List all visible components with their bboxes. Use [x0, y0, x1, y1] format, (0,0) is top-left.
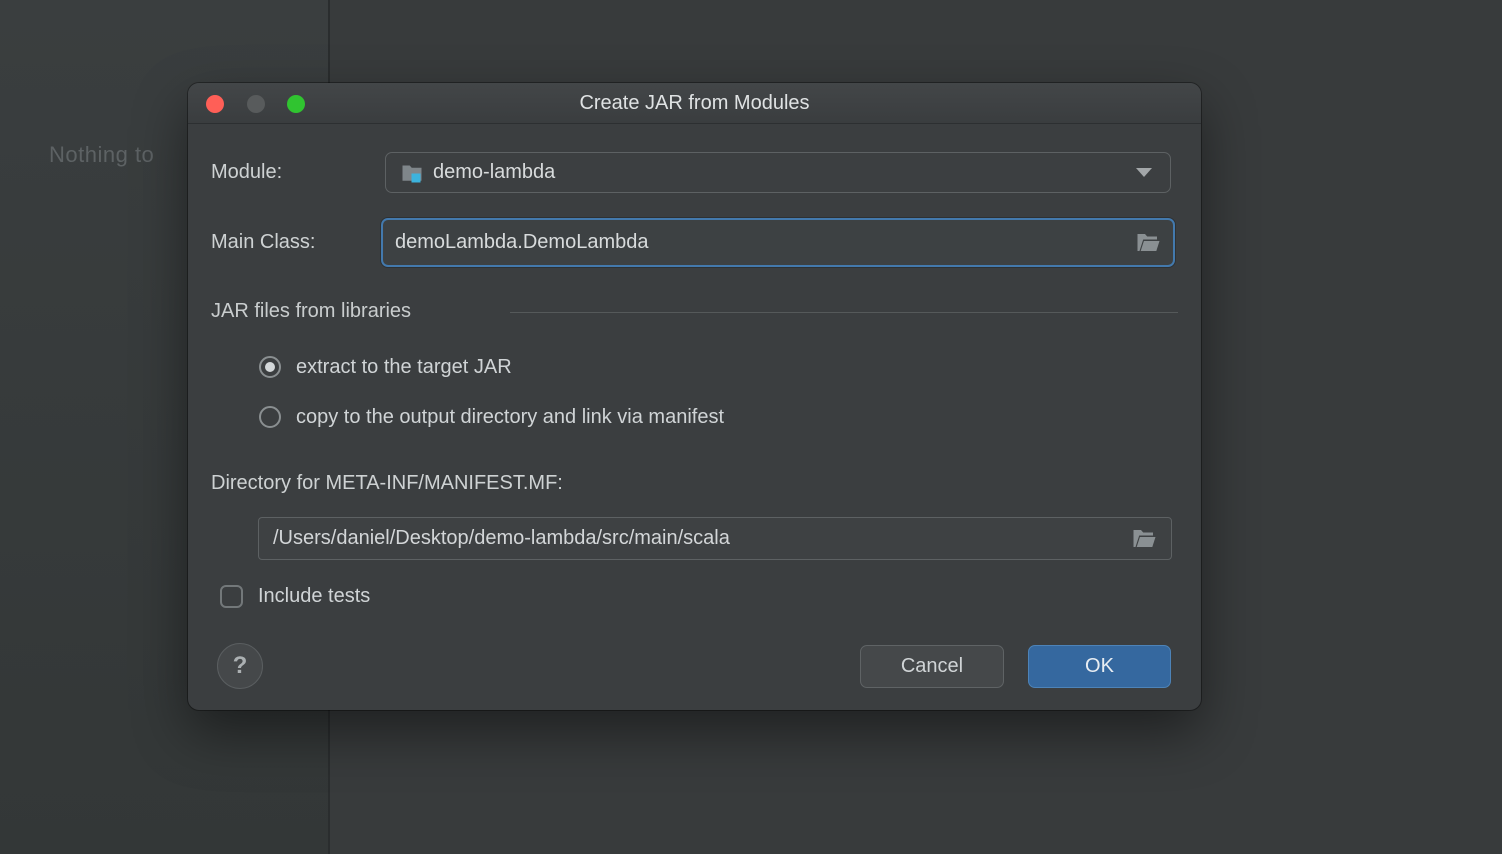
include-tests-checkbox-row[interactable]: Include tests [220, 585, 370, 608]
module-combobox[interactable]: demo-lambda [385, 152, 1171, 193]
module-label: Module: [211, 161, 282, 184]
ok-button[interactable]: OK [1028, 645, 1171, 688]
close-window-button[interactable] [206, 95, 224, 113]
manifest-dir-value: /Users/daniel/Desktop/demo-lambda/src/ma… [273, 527, 1132, 550]
help-button[interactable]: ? [217, 643, 263, 689]
main-class-label: Main Class: [211, 231, 315, 254]
radio-label: copy to the output directory and link vi… [296, 406, 724, 429]
cancel-button[interactable]: Cancel [860, 645, 1004, 688]
include-tests-label: Include tests [258, 585, 370, 608]
section-separator [510, 312, 1178, 313]
nothing-to-show-text: Nothing to [49, 142, 154, 168]
zoom-window-button[interactable] [287, 95, 305, 113]
dialog-title: Create JAR from Modules [188, 83, 1201, 124]
open-folder-icon[interactable] [1136, 232, 1161, 254]
dialog-titlebar[interactable]: Create JAR from Modules [188, 83, 1201, 124]
checkbox-icon[interactable] [220, 585, 243, 608]
chevron-down-icon[interactable] [1136, 168, 1152, 177]
radio-button-icon[interactable] [259, 406, 281, 428]
module-value: demo-lambda [433, 161, 1136, 184]
radio-extract-to-target-jar[interactable]: extract to the target JAR [259, 355, 512, 379]
radio-button-icon[interactable] [259, 356, 281, 378]
jar-files-section-title: JAR files from libraries [211, 300, 411, 323]
manifest-dir-label: Directory for META-INF/MANIFEST.MF: [211, 472, 563, 495]
open-folder-icon[interactable] [1132, 528, 1157, 550]
manifest-dir-field[interactable]: /Users/daniel/Desktop/demo-lambda/src/ma… [258, 517, 1172, 560]
radio-copy-to-output-directory[interactable]: copy to the output directory and link vi… [259, 405, 724, 429]
radio-label: extract to the target JAR [296, 356, 512, 379]
question-mark-icon: ? [233, 652, 248, 680]
module-folder-icon [400, 161, 424, 185]
main-class-value: demoLambda.DemoLambda [395, 231, 1136, 254]
main-class-field[interactable]: demoLambda.DemoLambda [381, 218, 1175, 267]
create-jar-from-modules-dialog: Create JAR from Modules Module: demo-lam… [188, 83, 1201, 710]
minimize-window-button[interactable] [247, 95, 265, 113]
